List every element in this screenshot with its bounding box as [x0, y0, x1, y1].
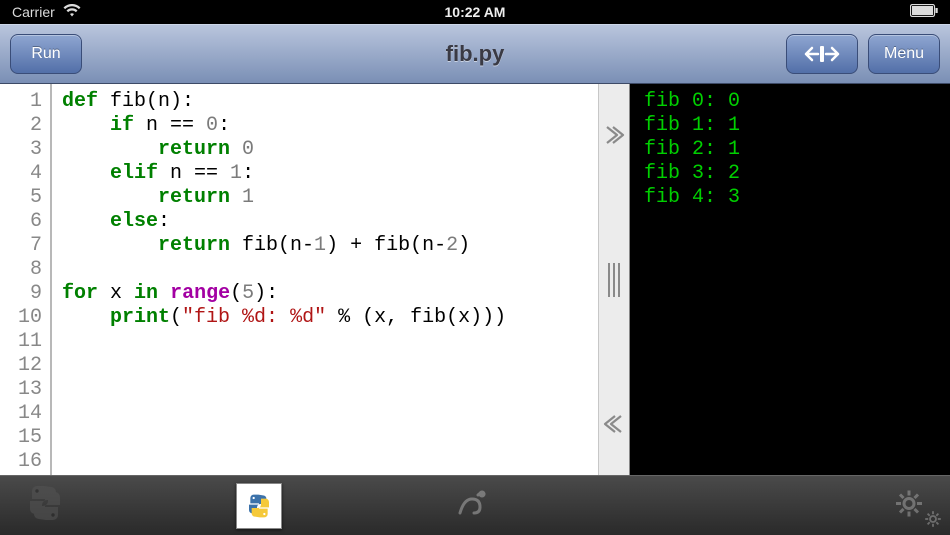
expand-right-icon[interactable]: [603, 124, 625, 146]
line-number-gutter: 12345678910111213141516: [0, 84, 52, 475]
drag-grip-icon[interactable]: [608, 263, 620, 297]
pane-divider[interactable]: [598, 84, 630, 475]
output-console[interactable]: fib 0: 0fib 1: 1fib 2: 1fib 3: 2fib 4: 3: [630, 84, 950, 475]
file-title: fib.py: [446, 41, 505, 67]
snake-icon[interactable]: [452, 483, 492, 528]
content-area: 12345678910111213141516 def fib(n): if n…: [0, 84, 950, 475]
wifi-icon: [63, 4, 81, 20]
run-button[interactable]: Run: [10, 34, 82, 74]
status-bar: Carrier 10:22 AM: [0, 0, 950, 24]
code-text[interactable]: def fib(n): if n == 0: return 0 elif n =…: [52, 84, 598, 475]
settings-gear-icon[interactable]: [894, 488, 924, 523]
clock: 10:22 AM: [445, 4, 506, 20]
settings-gear-small-icon[interactable]: [924, 510, 942, 533]
carrier-label: Carrier: [12, 4, 55, 20]
code-editor[interactable]: 12345678910111213141516 def fib(n): if n…: [0, 84, 598, 475]
battery-icon: [910, 4, 938, 20]
toolbar: Run fib.py Menu: [0, 24, 950, 84]
split-view-button[interactable]: [786, 34, 858, 74]
menu-button[interactable]: Menu: [868, 34, 940, 74]
active-document-icon[interactable]: [236, 483, 282, 529]
expand-left-icon[interactable]: [603, 413, 625, 435]
bottom-bar: [0, 475, 950, 535]
python-icon[interactable]: [24, 482, 66, 529]
